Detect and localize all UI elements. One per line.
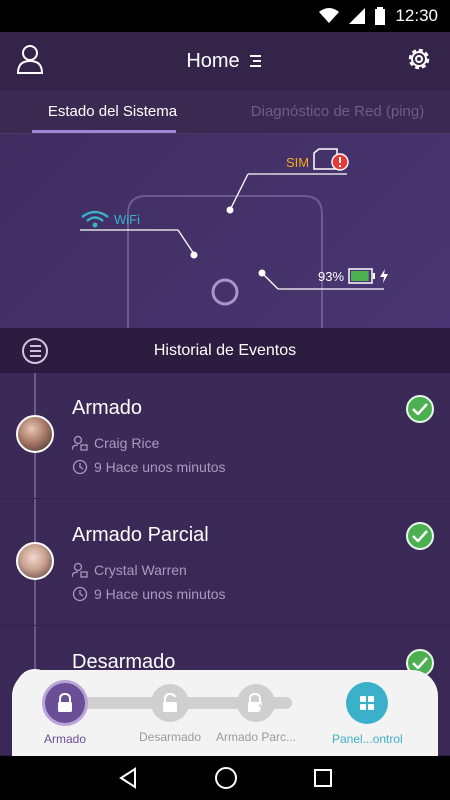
user-lock-icon: [72, 562, 88, 578]
event-user: Craig Rice: [72, 435, 159, 451]
tab-system-status[interactable]: Estado del Sistema: [0, 90, 225, 133]
back-icon[interactable]: [117, 767, 139, 789]
menu-icon-line: [29, 355, 41, 357]
sim-card-icon: [313, 148, 349, 171]
mode-label: Armado Parc...: [216, 730, 297, 744]
events-header: Historial de Eventos: [0, 328, 450, 373]
system-nav-bar: [0, 756, 450, 800]
event-user-name: Craig Rice: [94, 435, 160, 451]
charging-bolt-icon: [380, 269, 389, 283]
tab-network-diagnostic[interactable]: Diagnóstico de Red (ping): [225, 90, 450, 133]
check-icon: [406, 522, 434, 550]
gear-icon: [408, 48, 430, 70]
event-title: Armado: [72, 397, 143, 419]
wifi-indicator: WiFi: [80, 210, 140, 228]
event-user: Crystal Warren: [72, 562, 187, 578]
events-title: Historial de Eventos: [153, 341, 297, 359]
battery-icon: [348, 268, 376, 284]
title-dropdown[interactable]: Home: [186, 50, 263, 73]
tab-bar: Estado del Sistema Diagnóstico de Red (p…: [0, 90, 450, 134]
settings-button[interactable]: [404, 44, 434, 79]
tab-indicator: [32, 130, 176, 133]
battery-status-icon: [375, 7, 386, 25]
event-time-text: 9 Hace unos minutos: [94, 459, 226, 475]
event-time: 9 Hace unos minutos: [72, 586, 226, 602]
sim-label: SIM: [286, 155, 310, 170]
profile-button[interactable]: [16, 44, 44, 79]
check-icon: [406, 395, 434, 423]
recents-icon[interactable]: [313, 768, 333, 788]
status-bar: 12:30: [0, 0, 450, 32]
avatar: [16, 415, 54, 453]
app-bar: Home: [0, 32, 450, 90]
arm-mode-panel: Armado Desarmado Armado Parc... Panel...…: [12, 670, 438, 756]
event-title: Armado Parcial: [72, 524, 209, 546]
unlock-icon: [151, 684, 190, 722]
tab-label: Diagnóstico de Red (ping): [250, 103, 425, 120]
mode-label: Armado: [43, 732, 87, 746]
event-time: 9 Hace unos minutos: [72, 459, 226, 475]
signal-icon: [349, 8, 366, 24]
wifi-status-icon: [319, 8, 340, 23]
home-icon[interactable]: [214, 766, 238, 790]
user-lock-icon: [72, 435, 88, 451]
partial-lock-icon: [237, 684, 276, 722]
system-status-diagram: WiFi SIM 93%: [0, 134, 450, 328]
user-icon: [16, 45, 44, 74]
mode-label: Panel...ontrol: [332, 732, 403, 746]
mode-partial-armed-button[interactable]: Armado Parc...: [216, 682, 296, 744]
tab-label: Estado del Sistema: [47, 103, 178, 120]
lock-icon: [42, 680, 88, 726]
mode-armed-button[interactable]: Armado: [42, 680, 88, 746]
sim-indicator: SIM: [286, 148, 353, 172]
clock-icon: [72, 586, 88, 602]
menu-icon-line: [29, 350, 41, 352]
event-time-text: 9 Hace unos minutos: [94, 586, 226, 602]
events-menu-button[interactable]: [22, 338, 48, 364]
clock: 12:30: [395, 6, 438, 25]
clock-icon: [72, 459, 88, 475]
control-panel-button[interactable]: Panel...ontrol: [332, 682, 403, 746]
avatar: [16, 542, 54, 580]
battery-indicator: 93%: [318, 268, 389, 284]
grid-icon: [346, 682, 389, 724]
list-item[interactable]: Armado Parcial Crystal Warren 9 Hace uno…: [0, 500, 450, 626]
menu-icon: [29, 345, 41, 347]
battery-percent: 93%: [318, 268, 345, 284]
device-illustration: [80, 173, 384, 328]
mode-label: Desarmado: [139, 730, 202, 744]
menu-lines-icon: [249, 55, 261, 67]
mode-disarmed-button[interactable]: Desarmado: [139, 682, 201, 744]
wifi-icon: [81, 210, 109, 228]
page-title: Home: [186, 49, 240, 72]
list-item[interactable]: Armado Craig Rice 9 Hace unos minutos: [0, 373, 450, 499]
wifi-label: WiFi: [114, 211, 140, 227]
event-user-name: Crystal Warren: [94, 562, 187, 578]
